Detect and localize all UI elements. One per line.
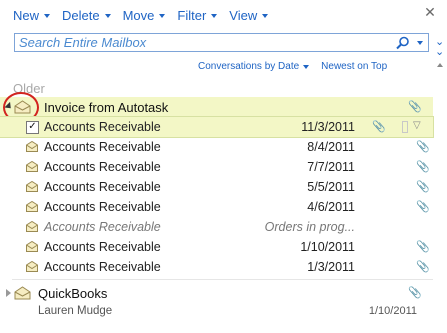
envelope-icon <box>26 141 38 152</box>
attachment-icon: 📎 <box>416 241 430 253</box>
message-subject: Accounts Receivable <box>44 180 161 194</box>
message-subject: Accounts Receivable <box>44 260 161 274</box>
message-date: 8/4/2011 <box>307 140 355 154</box>
search-input[interactable] <box>19 35 389 50</box>
new-button[interactable]: New <box>13 6 51 24</box>
conversation-header[interactable]: Invoice from Autotask 📎 <box>0 92 433 123</box>
delete-button[interactable]: Delete <box>62 6 111 24</box>
message-subject: Accounts Receivable <box>44 220 161 234</box>
message-date: 5/5/2011 <box>307 180 355 194</box>
envelope-icon <box>26 241 38 252</box>
message-row[interactable]: Accounts Receivable 8/4/2011 📎 <box>0 137 433 157</box>
message-row[interactable]: ✓ Accounts Receivable 11/3/2011 📎 ▽ <box>0 116 434 138</box>
message-row[interactable]: Accounts Receivable 4/6/2011 📎 <box>0 197 433 217</box>
message-row[interactable]: Accounts Receivable 1/10/2011 📎 <box>0 237 433 257</box>
conversation-row-quickbooks[interactable]: QuickBooks 📎 Lauren Mudge 1/10/2011 <box>0 284 433 324</box>
move-label: Move <box>122 7 155 23</box>
message-subject: Accounts Receivable <box>44 160 161 174</box>
message-date: 1/3/2011 <box>307 260 355 274</box>
view-button[interactable]: View <box>229 6 269 24</box>
message-row[interactable]: Accounts Receivable Orders in prog... <box>0 217 433 237</box>
search-box <box>14 33 429 52</box>
envelope-icon <box>26 201 38 212</box>
message-list: Invoice from Autotask 📎 ✓ Accounts Recei… <box>0 92 434 277</box>
message-row[interactable]: Accounts Receivable 5/5/2011 📎 <box>0 177 433 197</box>
attachment-icon: 📎 <box>416 161 430 173</box>
sender-name: Lauren Mudge <box>38 305 113 317</box>
chevron-down-icon <box>44 14 51 18</box>
chevron-down-icon <box>211 14 218 18</box>
flag-icon[interactable]: ▽ <box>413 120 421 131</box>
move-button[interactable]: Move <box>123 6 166 24</box>
sort-bar: Conversations by Date Newest on Top <box>198 61 387 72</box>
envelope-icon <box>26 261 38 272</box>
chevron-down-icon <box>262 14 269 18</box>
message-subject: Accounts Receivable <box>44 200 161 214</box>
divider <box>12 279 433 280</box>
conversations-by-date-button[interactable]: Conversations by Date <box>198 61 299 72</box>
attachment-icon: 📎 <box>408 101 422 113</box>
filter-button[interactable]: Filter <box>177 6 218 24</box>
message-date: 11/3/2011 <box>301 120 355 134</box>
close-icon[interactable]: ✕ <box>421 3 439 21</box>
expand-icon[interactable] <box>6 289 11 297</box>
message-date: 7/7/2011 <box>307 160 355 174</box>
view-label: View <box>229 7 258 23</box>
message-folder: Orders in prog... <box>264 220 355 234</box>
filter-label: Filter <box>177 7 207 23</box>
attachment-icon: 📎 <box>416 181 430 193</box>
attachment-icon: 📎 <box>372 121 386 133</box>
toolbar: New Delete Move Filter View <box>13 6 280 24</box>
message-date: 1/10/2011 <box>300 240 355 254</box>
message-subject: Accounts Receivable <box>44 240 161 254</box>
envelope-icon <box>26 221 38 232</box>
message-date: 1/10/2011 <box>368 305 417 317</box>
message-date: 4/6/2011 <box>307 200 355 214</box>
new-label: New <box>13 7 40 23</box>
search-icon[interactable] <box>395 36 411 50</box>
chevron-down-icon <box>104 14 111 18</box>
envelope-icon <box>14 286 31 300</box>
message-row[interactable]: Accounts Receivable 7/7/2011 📎 <box>0 157 433 177</box>
attachment-icon: 📎 <box>416 141 430 153</box>
attachment-icon: 📎 <box>408 287 422 299</box>
chevron-down-icon <box>159 14 166 18</box>
newest-on-top-button[interactable]: Newest on Top <box>321 61 387 72</box>
search-scope-dropdown-icon[interactable] <box>417 41 423 45</box>
attachment-icon: 📎 <box>416 261 430 273</box>
expand-icon[interactable]: ⌄ ⌄ <box>435 37 444 58</box>
message-checkbox[interactable]: ✓ <box>26 121 39 134</box>
delete-label: Delete <box>62 7 100 23</box>
envelope-icon <box>26 181 38 192</box>
conversation-subject: Invoice from Autotask <box>44 100 169 115</box>
scrollbar[interactable] <box>433 60 447 333</box>
message-subject: Accounts Receivable <box>44 140 161 154</box>
envelope-icon <box>26 161 38 172</box>
conversation-subject: QuickBooks <box>38 286 108 301</box>
chevron-down-icon[interactable] <box>303 65 310 69</box>
attachment-icon: 📎 <box>416 201 430 213</box>
message-row[interactable]: Accounts Receivable 1/3/2011 📎 <box>0 257 433 277</box>
category-icon[interactable] <box>402 121 408 133</box>
scroll-up-icon[interactable] <box>437 63 443 67</box>
message-subject: Accounts Receivable <box>44 120 161 134</box>
